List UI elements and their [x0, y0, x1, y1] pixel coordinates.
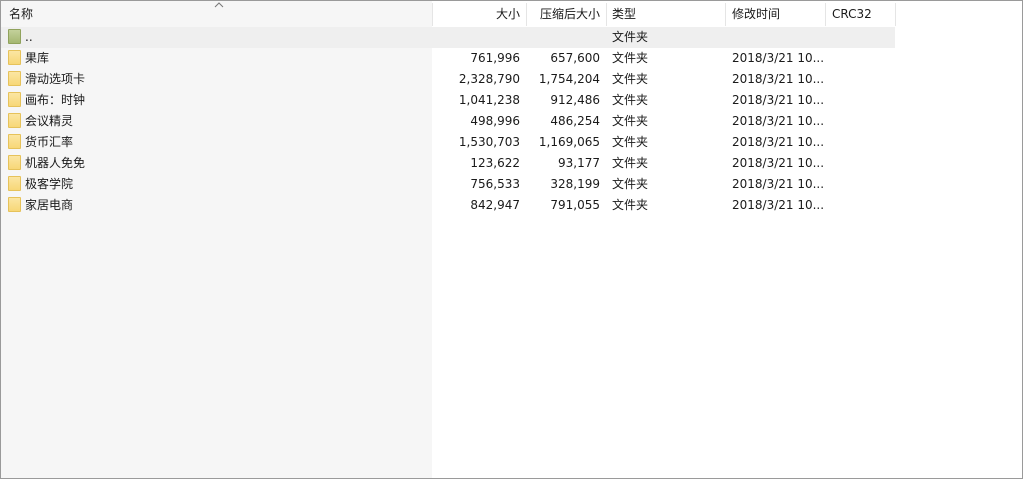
parent-folder-icon — [8, 29, 21, 44]
item-name: 货币汇率 — [25, 135, 74, 149]
item-size: 498,996 — [470, 114, 520, 128]
list-item[interactable]: 会议精灵 498,996 486,254 文件夹 2018/3/21 10... — [1, 111, 895, 132]
item-type: 文件夹 — [612, 156, 649, 170]
list-item[interactable]: 画布：时钟 1,041,238 912,486 文件夹 2018/3/21 10… — [1, 90, 895, 111]
column-divider[interactable] — [895, 3, 896, 26]
item-name: 家居电商 — [25, 198, 74, 212]
item-packed-size: 328,199 — [550, 177, 600, 191]
item-packed-size: 486,254 — [550, 114, 600, 128]
item-type: 文件夹 — [612, 114, 649, 128]
item-modified: 2018/3/21 10... — [732, 114, 825, 128]
column-header-type[interactable]: 类型 — [606, 1, 725, 28]
sort-up-chevron-icon — [214, 2, 224, 8]
item-packed-size: 1,754,204 — [538, 72, 600, 86]
item-packed-size: 912,486 — [550, 93, 600, 107]
item-modified: 2018/3/21 10... — [732, 51, 825, 65]
item-type: 文件夹 — [612, 135, 649, 149]
list-item[interactable]: 果库 761,996 657,600 文件夹 2018/3/21 10... — [1, 48, 895, 69]
column-header-crc32[interactable]: CRC32 — [825, 1, 895, 28]
item-modified: 2018/3/21 10... — [732, 93, 825, 107]
item-modified: 2018/3/21 10... — [732, 156, 825, 170]
item-name: .. — [25, 30, 33, 44]
folder-icon — [8, 92, 21, 107]
column-header-size[interactable]: 大小 — [432, 1, 526, 28]
list-item-parent-folder[interactable]: .. 文件夹 — [1, 27, 895, 48]
item-name: 画布：时钟 — [25, 93, 86, 107]
item-modified — [725, 27, 825, 48]
item-size: 756,533 — [470, 177, 520, 191]
list-item[interactable]: 机器人免免 123,622 93,177 文件夹 2018/3/21 10... — [1, 153, 895, 174]
item-size: 123,622 — [470, 156, 520, 170]
folder-icon — [8, 155, 21, 170]
folder-icon — [8, 50, 21, 65]
folder-icon — [8, 197, 21, 212]
item-name: 机器人免免 — [25, 156, 86, 170]
folder-icon — [8, 176, 21, 191]
list-item[interactable]: 滑动选项卡 2,328,790 1,754,204 文件夹 2018/3/21 … — [1, 69, 895, 90]
column-header-bar: 名称 大小 压缩后大小 类型 修改时间 CRC32 — [1, 1, 1022, 28]
item-packed-size: 93,177 — [558, 156, 600, 170]
folder-icon — [8, 113, 21, 128]
file-list-window: 名称 大小 压缩后大小 类型 修改时间 CRC32 .. 文件夹 果库 761,… — [0, 0, 1023, 479]
item-name: 果库 — [25, 51, 50, 65]
item-size — [432, 27, 526, 48]
item-packed-size — [526, 27, 606, 48]
item-type: 文件夹 — [612, 72, 649, 86]
item-name: 会议精灵 — [25, 114, 74, 128]
item-type: 文件夹 — [612, 177, 649, 191]
column-header-packed-size[interactable]: 压缩后大小 — [526, 1, 606, 28]
item-type: 文件夹 — [612, 51, 649, 65]
item-packed-size: 1,169,065 — [538, 135, 600, 149]
item-packed-size: 791,055 — [550, 198, 600, 212]
list-item[interactable]: 极客学院 756,533 328,199 文件夹 2018/3/21 10... — [1, 174, 895, 195]
list-item[interactable]: 家居电商 842,947 791,055 文件夹 2018/3/21 10... — [1, 195, 895, 216]
item-type: 文件夹 — [612, 198, 649, 212]
item-size: 2,328,790 — [458, 72, 520, 86]
item-name: 极客学院 — [25, 177, 74, 191]
folder-icon — [8, 71, 21, 86]
item-modified: 2018/3/21 10... — [732, 177, 825, 191]
item-modified: 2018/3/21 10... — [732, 198, 825, 212]
column-header-modified[interactable]: 修改时间 — [725, 1, 825, 28]
list-item[interactable]: 货币汇率 1,530,703 1,169,065 文件夹 2018/3/21 1… — [1, 132, 895, 153]
item-name: 滑动选项卡 — [25, 72, 86, 86]
item-size: 842,947 — [470, 198, 520, 212]
item-type: 文件夹 — [612, 30, 649, 44]
folder-icon — [8, 134, 21, 149]
item-size: 1,530,703 — [458, 135, 520, 149]
item-modified: 2018/3/21 10... — [732, 72, 825, 86]
item-packed-size: 657,600 — [550, 51, 600, 65]
item-type: 文件夹 — [612, 93, 649, 107]
item-size: 1,041,238 — [458, 93, 520, 107]
item-modified: 2018/3/21 10... — [732, 135, 825, 149]
item-size: 761,996 — [470, 51, 520, 65]
